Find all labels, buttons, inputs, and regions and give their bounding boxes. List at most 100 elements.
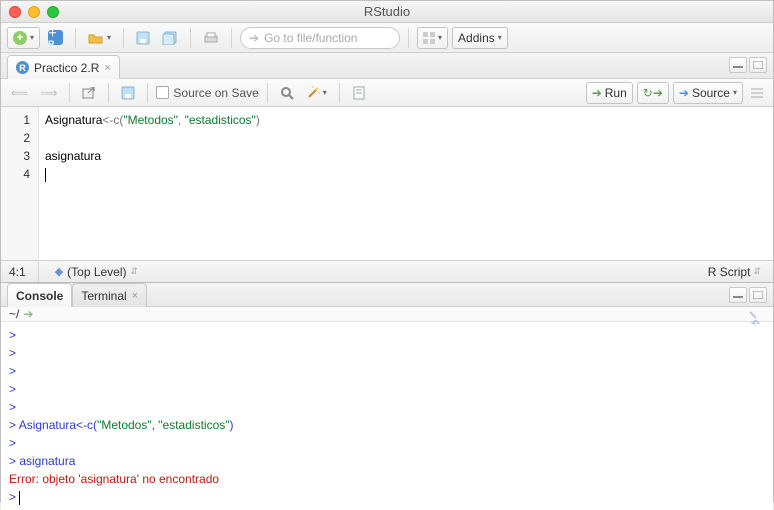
wand-icon xyxy=(306,86,320,100)
separator xyxy=(75,28,76,48)
code-token: "estadisticos" xyxy=(185,113,256,127)
source-tab[interactable]: R Practico 2.R × xyxy=(7,55,120,79)
code-area[interactable]: Asignatura<-c("Metodos", "estadisticos")… xyxy=(39,107,773,260)
new-project-button[interactable]: ＋R xyxy=(44,27,67,49)
folder-open-icon xyxy=(88,31,104,45)
chevron-down-icon: ▾ xyxy=(438,33,442,42)
console-pane: Console Terminal × ~/ ➔ > > > > > > Asig… xyxy=(1,283,773,501)
grid-button[interactable]: ▾ xyxy=(417,27,448,49)
text-cursor xyxy=(45,168,46,182)
maximize-pane-button[interactable] xyxy=(749,57,767,73)
minimize-pane-button[interactable] xyxy=(729,57,747,73)
close-tab-icon[interactable]: × xyxy=(104,62,110,74)
code-token: ) xyxy=(256,113,260,127)
goto-placeholder: Go to file/function xyxy=(264,31,357,45)
compile-report-button[interactable] xyxy=(348,82,370,104)
main-toolbar: + ▾ ＋R ▾ ➔ Go to file/function ▾ Addins … xyxy=(1,23,773,53)
goto-arrow-icon: ➔ xyxy=(249,31,259,45)
cursor-position: 4:1 xyxy=(9,265,26,279)
source-on-save-checkbox[interactable] xyxy=(156,86,169,99)
console-tab-label: Console xyxy=(16,289,63,303)
minimize-icon xyxy=(733,61,743,69)
arrow-left-icon: ⟸ xyxy=(11,86,28,100)
minimize-icon xyxy=(733,291,743,299)
separator xyxy=(190,28,191,48)
console-input: asignatura xyxy=(19,454,75,468)
show-in-new-window-button[interactable] xyxy=(78,82,100,104)
run-arrow-icon: ➔ xyxy=(592,86,602,100)
open-file-button[interactable]: ▾ xyxy=(84,27,115,49)
save-button[interactable] xyxy=(132,27,154,49)
console-output[interactable]: > > > > > > Asignatura<-c("Metodos", "es… xyxy=(1,322,773,510)
separator xyxy=(267,83,268,103)
scope-icon: ◆ xyxy=(55,265,63,278)
outline-button[interactable] xyxy=(747,82,767,104)
separator xyxy=(108,83,109,103)
console-input: "Metodos" xyxy=(97,418,152,432)
console-tabstrip: Console Terminal × xyxy=(1,283,773,307)
separator xyxy=(69,83,70,103)
goto-file-input[interactable]: ➔ Go to file/function xyxy=(240,27,400,49)
save-icon xyxy=(121,86,135,100)
console-prompt: > xyxy=(9,328,16,342)
line-number: 4 xyxy=(1,165,30,183)
separator xyxy=(123,28,124,48)
console-input: ) xyxy=(230,418,234,432)
save-all-button[interactable] xyxy=(158,27,182,49)
console-tab[interactable]: Console xyxy=(7,283,72,307)
chevron-down-icon: ▾ xyxy=(733,88,737,97)
back-button[interactable]: ⟸ xyxy=(7,82,32,104)
console-input: Asignatura<-c( xyxy=(19,418,97,432)
source-button[interactable]: ➔ Source ▾ xyxy=(673,82,743,104)
close-tab-icon[interactable]: × xyxy=(132,290,138,302)
language-label: R Script xyxy=(708,265,751,279)
minimize-pane-button[interactable] xyxy=(729,287,747,303)
console-prompt: > xyxy=(9,454,19,468)
chevron-down-icon: ▾ xyxy=(30,33,34,42)
clear-console-button[interactable] xyxy=(747,310,765,326)
terminal-tab-label: Terminal xyxy=(81,289,126,303)
working-dir: ~/ xyxy=(9,307,19,321)
separator xyxy=(408,28,409,48)
save-all-icon xyxy=(162,31,178,45)
code-tools-button[interactable]: ▾ xyxy=(302,82,331,104)
language-selector[interactable]: R Script ⇵ xyxy=(704,261,765,283)
save-icon xyxy=(136,31,150,45)
line-number: 2 xyxy=(1,129,30,147)
run-button[interactable]: ➔ Run xyxy=(586,82,633,104)
title-bar: RStudio xyxy=(1,1,773,23)
separator xyxy=(38,262,39,282)
scope-selector[interactable]: ◆ (Top Level) ⇵ xyxy=(51,261,142,283)
save-file-button[interactable] xyxy=(117,82,139,104)
print-button[interactable] xyxy=(199,27,223,49)
r-file-icon: R xyxy=(16,61,29,74)
sort-icon: ⇵ xyxy=(131,266,139,277)
separator xyxy=(339,83,340,103)
maximize-pane-button[interactable] xyxy=(749,287,767,303)
wd-arrow-icon[interactable]: ➔ xyxy=(23,307,33,321)
window-title: RStudio xyxy=(1,4,773,19)
new-file-button[interactable]: + ▾ xyxy=(7,27,40,49)
console-prompt: > xyxy=(9,346,16,360)
rerun-button[interactable]: ↻➔ xyxy=(637,82,669,104)
code-token: asignatura xyxy=(45,149,101,163)
scope-label: (Top Level) xyxy=(67,265,126,279)
separator xyxy=(231,28,232,48)
code-editor[interactable]: 1 2 3 4 Asignatura<-c("Metodos", "estadi… xyxy=(1,107,773,260)
console-prompt: > xyxy=(9,418,19,432)
notebook-icon xyxy=(352,86,366,100)
source-toolbar: ⟸ ⟹ Source on Save ▾ ➔ Run ↻➔ ➔ Source ▾ xyxy=(1,79,773,107)
source-on-save-label: Source on Save xyxy=(173,86,258,100)
forward-button[interactable]: ⟹ xyxy=(36,82,61,104)
run-label: Run xyxy=(605,86,627,100)
chevron-down-icon: ▾ xyxy=(498,33,502,42)
console-pathbar: ~/ ➔ xyxy=(1,307,773,322)
terminal-tab[interactable]: Terminal × xyxy=(72,283,147,307)
source-btn-label: Source xyxy=(692,86,730,100)
line-number: 3 xyxy=(1,147,30,165)
find-button[interactable] xyxy=(276,82,298,104)
source-pane: R Practico 2.R × ⟸ ⟹ Source on Save ▾ ➔ … xyxy=(1,53,773,283)
addins-button[interactable]: Addins ▾ xyxy=(452,27,508,49)
popout-icon xyxy=(82,87,96,99)
source-tabstrip: R Practico 2.R × xyxy=(1,53,773,79)
